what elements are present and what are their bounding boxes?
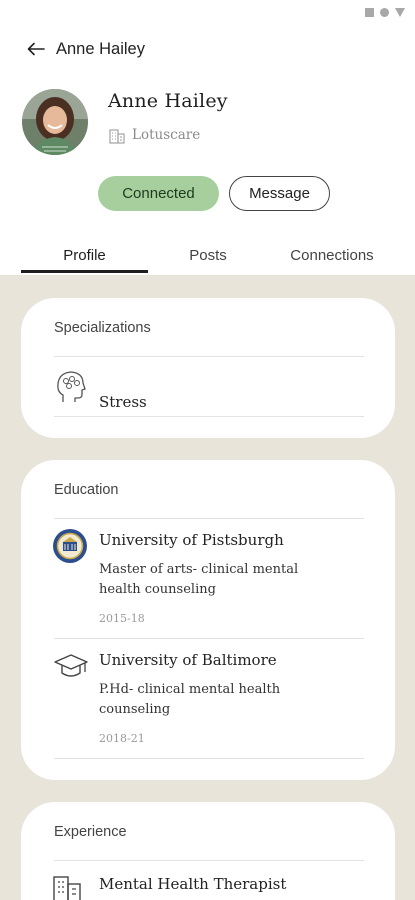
avatar (22, 89, 88, 155)
education-card: Education University of Pistsburgh Maste… (21, 460, 395, 780)
specialization-label: Stress (99, 393, 147, 411)
graduation-cap-icon (54, 654, 88, 677)
divider (54, 860, 364, 861)
experience-card: Experience Mental Health Therapist (21, 802, 395, 900)
divider (54, 416, 364, 417)
tab-posts[interactable]: Posts (156, 236, 260, 274)
divider (54, 638, 364, 639)
experience-title: Experience (54, 824, 127, 840)
education-school: University of Baltimore (99, 651, 277, 669)
divider (54, 518, 364, 519)
profile-content: Specializations Stress Education Univers… (0, 275, 415, 900)
education-school: University of Pistsburgh (99, 531, 284, 549)
app-bar: Anne Hailey (26, 37, 145, 61)
square-status-icon (365, 8, 374, 17)
education-years: 2015-18 (99, 612, 145, 625)
organization-row: Lotuscare (108, 126, 200, 144)
connected-button[interactable]: Connected (98, 176, 219, 211)
status-bar (365, 8, 405, 17)
organization-name: Lotuscare (132, 127, 201, 143)
specializations-title: Specializations (54, 320, 151, 336)
university-seal-icon (53, 529, 87, 563)
message-button[interactable]: Message (229, 176, 330, 211)
divider (54, 758, 364, 759)
back-button[interactable] (26, 39, 46, 59)
education-degree: P.Hd- clinical mental health counseling (99, 682, 281, 717)
active-tab-indicator (21, 270, 148, 273)
profile-tabs: Profile Posts Connections (0, 236, 415, 274)
specializations-card: Specializations Stress (21, 298, 395, 438)
triangle-status-icon (395, 8, 405, 17)
education-title: Education (54, 482, 119, 498)
building-icon (109, 129, 125, 144)
building-icon (53, 876, 81, 900)
experience-role: Mental Health Therapist (99, 875, 287, 893)
education-years: 2018-21 (99, 732, 145, 745)
tab-profile[interactable]: Profile (21, 236, 148, 274)
circle-status-icon (380, 8, 389, 17)
back-arrow-icon (27, 42, 45, 56)
head-icon (57, 371, 86, 402)
tab-connections[interactable]: Connections (268, 236, 396, 274)
app-bar-title: Anne Hailey (56, 39, 145, 58)
profile-name: Anne Hailey (108, 90, 228, 112)
divider (54, 356, 364, 357)
education-degree: Master of arts- clinical mental health c… (99, 562, 299, 597)
